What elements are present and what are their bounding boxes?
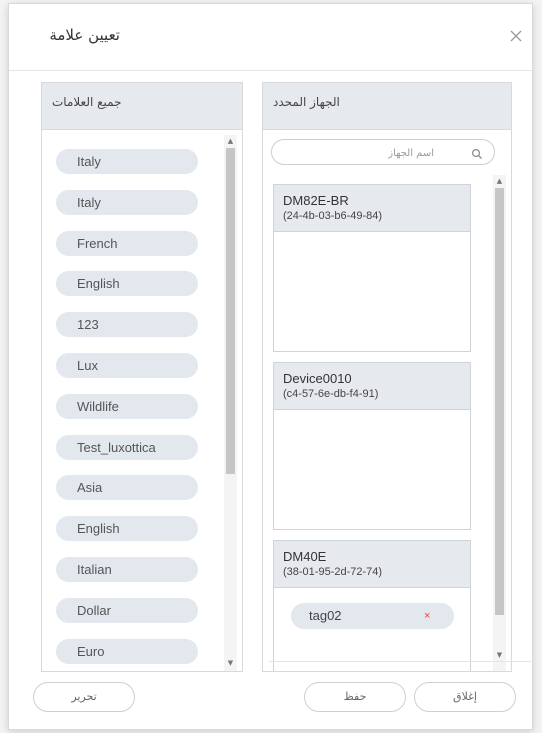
device-name: DM82E-BR (283, 193, 349, 208)
devices-scrollbar[interactable]: ▲ ▼ (493, 175, 506, 671)
edit-button[interactable]: تحرير (33, 682, 135, 712)
footer-divider (269, 661, 531, 662)
device-tag: tag02 × (291, 603, 454, 629)
tag-item[interactable]: Dollar (56, 597, 198, 623)
remove-tag-icon[interactable]: × (424, 603, 430, 629)
device-card: DM82E-BR (24-4b-03-b6-49-84) (273, 184, 471, 352)
device-mac: (c4-57-6e-db-f4-91) (283, 388, 379, 400)
device-card-header: Device0010 (c4-57-6e-db-f4-91) (274, 363, 470, 410)
tag-item[interactable]: 123 (56, 312, 198, 338)
tag-item[interactable]: Test_luxottica (56, 434, 198, 460)
scroll-down-arrow-icon[interactable]: ▼ (495, 651, 504, 659)
device-name: DM40E (283, 549, 327, 564)
all-tags-scrollbar[interactable]: ▲ ▼ (224, 135, 237, 671)
selected-devices-panel-title: الجهاز المحدد (273, 95, 340, 109)
assign-tag-dialog: تعيين علامة جميع العلامات Italy Italy Fren… (8, 3, 533, 730)
all-tags-panel-header: جميع العلامات (42, 83, 242, 130)
save-button[interactable]: حفظ (304, 682, 406, 712)
device-mac: (38-01-95-2d-72-74) (283, 566, 383, 578)
tag-item[interactable]: Asia (56, 475, 198, 501)
search-icon[interactable] (471, 145, 483, 164)
close-button[interactable]: إغلاق (414, 682, 516, 712)
tag-item[interactable]: French (56, 230, 198, 256)
tag-item[interactable]: Wildlife (56, 393, 198, 419)
selected-devices-panel: الجهاز المحدد DM82E-BR (24-4b-03-b6-49-8… (262, 82, 512, 672)
device-card: Device0010 (c4-57-6e-db-f4-91) (273, 362, 471, 530)
all-tags-panel: جميع العلامات Italy Italy French English 123… (41, 82, 243, 672)
dialog-title: تعيين علامة (49, 26, 120, 44)
device-name: Device0010 (283, 371, 352, 386)
tag-item[interactable]: Lux (56, 353, 198, 378)
all-tags-scroll-thumb[interactable] (226, 148, 235, 474)
tag-item[interactable]: Italy (56, 189, 198, 215)
tag-item[interactable]: English (56, 516, 198, 542)
scroll-up-arrow-icon[interactable]: ▲ (495, 177, 504, 185)
device-card-header: DM82E-BR (24-4b-03-b6-49-84) (274, 185, 470, 232)
close-icon[interactable] (509, 29, 523, 43)
device-search-box[interactable] (271, 139, 495, 165)
header-divider (9, 70, 532, 71)
tag-item[interactable]: English (56, 271, 198, 297)
selected-devices-panel-header: الجهاز المحدد (263, 83, 511, 130)
scroll-down-arrow-icon[interactable]: ▼ (226, 659, 235, 667)
device-mac: (24-4b-03-b6-49-84) (283, 210, 383, 222)
device-tag-label: tag02 (309, 608, 342, 623)
scroll-up-arrow-icon[interactable]: ▲ (226, 137, 235, 145)
tag-item[interactable]: Italian (56, 557, 198, 582)
device-card: DM40E (38-01-95-2d-72-74) tag02 × (273, 540, 471, 671)
device-card-header: DM40E (38-01-95-2d-72-74) (274, 541, 470, 588)
device-search-input[interactable] (282, 142, 436, 164)
tag-item[interactable]: Italy (56, 149, 198, 174)
all-tags-panel-title: جميع العلامات (52, 95, 122, 109)
tag-item[interactable]: Euro (56, 638, 198, 664)
devices-scroll-thumb[interactable] (495, 188, 504, 615)
